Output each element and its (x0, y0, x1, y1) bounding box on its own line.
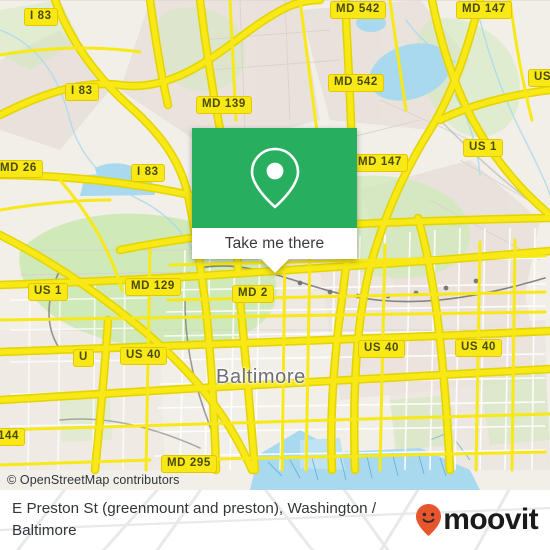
map-highway-shield: MD 129 (125, 278, 181, 296)
moovit-smiley-pin-icon (416, 504, 442, 536)
map-highway-shield: US 40 (120, 347, 167, 365)
moovit-wordmark: moovit (443, 503, 538, 536)
map-highway-shield: MD 542 (328, 74, 384, 92)
map-highway-shield: MD 139 (196, 96, 252, 114)
card-icon-area (192, 128, 357, 228)
station-callout-card[interactable]: Take me there (192, 128, 357, 273)
card-action-area[interactable]: Take me there (192, 228, 357, 273)
map-pin-icon (250, 147, 299, 209)
map-highway-shield: US 1 (463, 139, 503, 157)
map-highway-shield: US 40 (455, 339, 502, 357)
map-highway-shield: MD 147 (352, 154, 408, 172)
moovit-station-card-screen: .rd { stroke:#f7e816; stroke-linecap:rou… (0, 0, 550, 550)
moovit-logo[interactable]: moovit (415, 503, 539, 537)
take-me-there-label: Take me there (224, 234, 325, 252)
map-highway-shield: MD 2 (232, 285, 274, 303)
map-highway-shield: I 83 (131, 164, 165, 182)
map-highway-shield: MD 542 (330, 1, 386, 19)
map-highway-shield: MD 147 (456, 1, 512, 19)
map-canvas[interactable]: .rd { stroke:#f7e816; stroke-linecap:rou… (0, 0, 550, 490)
map-highway-shield: MD 26 (0, 160, 43, 178)
map-highway-shield: 144 (0, 428, 25, 446)
map-highway-shield: US 40 (358, 340, 405, 358)
map-highway-shield: MD 295 (161, 455, 217, 473)
map-highway-shield: I 83 (24, 8, 58, 26)
map-highway-shield: US 1 (28, 283, 68, 301)
map-highway-shield: U (73, 349, 94, 367)
map-city-label: Baltimore (216, 366, 306, 388)
map-highway-shield: US (528, 69, 550, 87)
footer-bar: E Preston St (greenmount and preston), W… (0, 490, 550, 550)
map-highway-shield: I 83 (65, 83, 99, 101)
card-pointer-tail (260, 259, 289, 273)
map-attribution: © OpenStreetMap contributors (7, 473, 180, 487)
station-title: E Preston St (greenmount and preston), W… (12, 500, 377, 539)
